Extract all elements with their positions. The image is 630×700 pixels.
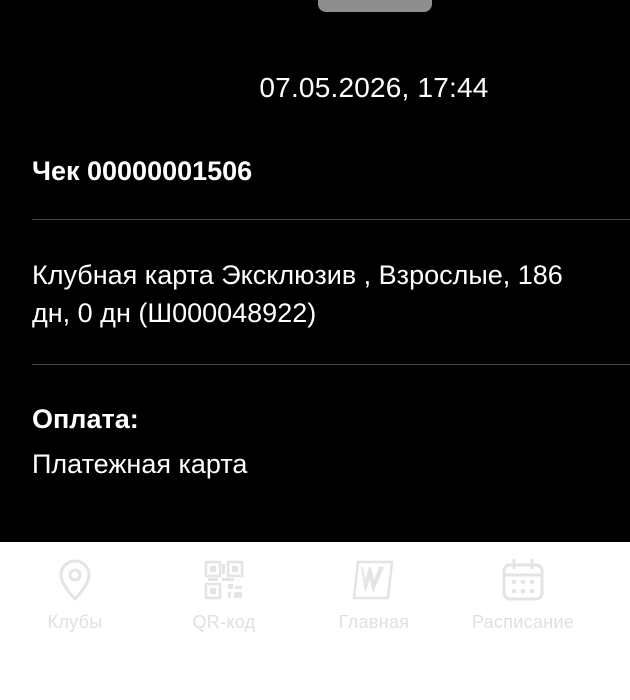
receipt-sheet: 07.05.2026, 17:44 Чек 00000001506 Клубна… [0,0,630,542]
tab-clubs[interactable]: Клубы [5,556,145,666]
divider [32,219,630,220]
divider [32,364,630,365]
tab-qr-code[interactable]: QR-код [154,556,294,666]
tab-qr-code-label: QR-код [192,612,256,632]
receipt-item-description: Клубная карта Эксклюзив , Взрослые, 186 … [32,260,563,328]
w-logo-icon [352,560,394,600]
tab-schedule-label: Расписание [471,612,575,632]
receipt-title: Чек 00000001506 [32,156,253,186]
payment-label: Оплата: [32,404,139,434]
calendar-icon [502,558,544,601]
tab-schedule[interactable]: Расписание [453,556,593,666]
receipt-datetime: 07.05.2026, 17:44 [259,72,489,103]
bottom-tab-bar: Клубы QR-код Главная Расписание [0,542,630,700]
tab-clubs-label: Клубы [47,612,103,632]
tab-home-label: Главная [338,612,410,632]
payment-method: Платежная карта [32,449,248,479]
qr-code-icon [204,560,244,600]
tab-home[interactable]: Главная [304,556,444,666]
sheet-grabber-handle[interactable] [318,0,432,12]
location-pin-icon [59,559,91,602]
